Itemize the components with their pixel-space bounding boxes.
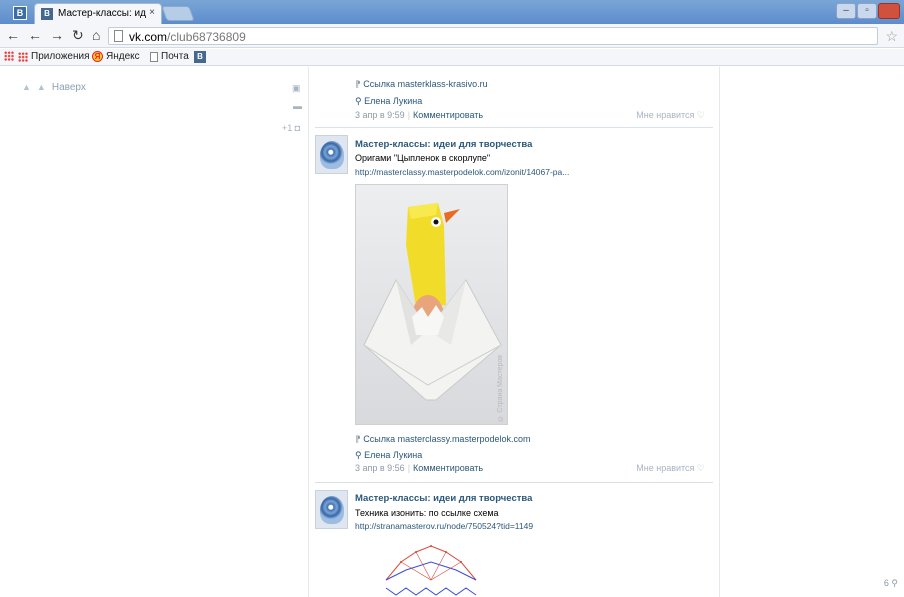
post-author[interactable]: Мастер-классы: идеи для творчества [355, 139, 532, 150]
post-meta: 3 апр в 9:56 | Комментировать [355, 463, 484, 473]
maximize-button[interactable]: ▫ [857, 3, 877, 19]
post-url[interactable]: http://masterclassy.masterpodelok.com/iz… [355, 167, 569, 177]
yandex-icon: Я [92, 51, 103, 62]
back-icon[interactable]: ← [6, 27, 20, 43]
user-icon: ⚲ [355, 96, 365, 106]
post-divider [315, 482, 713, 483]
tab-close-icon[interactable]: × [149, 7, 155, 18]
online-count: 6 [883, 578, 889, 588]
url-path: /club68736809 [167, 30, 246, 44]
like-button[interactable]: Мне нравится ♡ [636, 463, 705, 474]
post-signer[interactable]: ⚲ Елена Лукина [355, 450, 422, 461]
link-icon: ⁋ [355, 434, 364, 444]
signer-name: Елена Лукина [364, 96, 423, 106]
scroll-up-link[interactable]: ▲ ▲ Наверх [22, 82, 86, 93]
bookmark-label: Яндекс [106, 51, 140, 62]
window-titlebar: В В Мастер-классы: идеи дл × – ▫ [0, 0, 904, 24]
post-date[interactable]: 3 апр в 9:56 [355, 463, 405, 473]
tab-title: Мастер-классы: идеи дл [58, 8, 146, 19]
wall-feed: ⁋ Ссылка masterklass-krasivo.ru ⚲ Елена … [308, 67, 720, 597]
address-bar[interactable]: vk.com/club68736809 [108, 27, 878, 45]
source-link-text: Ссылка masterklass-krasivo.ru [363, 79, 488, 89]
url-host: vk.com [129, 30, 168, 44]
close-post-icon[interactable]: ▣ [292, 83, 301, 94]
comment-link[interactable]: Комментировать [413, 110, 483, 120]
post-date[interactable]: 3 апр в 9:59 [355, 110, 405, 120]
thread-scheme-image [385, 545, 477, 596]
page-icon [150, 51, 158, 62]
apps-shortcut-icon[interactable] [4, 51, 14, 61]
browser-toolbar: ← ← → ↻ ⌂ vk.com/club68736809 [0, 24, 904, 48]
bookmark-star-icon[interactable]: ☆ [885, 28, 898, 45]
post-text: Оригами "Цыпленок в скорлупе" [355, 153, 491, 163]
source-link-text: Ссылка masterclassy.masterpodelok.com [363, 434, 531, 444]
origami-chick-image [356, 185, 507, 424]
home-icon[interactable]: ⌂ [92, 27, 100, 43]
vk-page: ▲ ▲ Наверх ▣ ▬ +1 ◘ ⁋ Ссылка masterklass-k… [0, 67, 904, 597]
share-count[interactable]: +1 ◘ [282, 123, 300, 133]
post-signer[interactable]: ⚲ Елена Лукина [355, 96, 422, 107]
group-avatar[interactable] [315, 135, 348, 174]
post-source-link[interactable]: ⁋ Ссылка masterklass-krasivo.ru [355, 79, 488, 90]
like-button[interactable]: Мне нравится ♡ [636, 110, 705, 121]
photo-watermark: © Страна Мастеров [497, 355, 504, 422]
new-tab-button[interactable] [161, 6, 195, 21]
user-icon: ⚲ [355, 450, 365, 460]
apps-grid-icon [4, 51, 14, 61]
bookmark-vk[interactable]: В [194, 51, 206, 63]
bookmark-label: Приложения [31, 51, 90, 62]
post-photo[interactable]: © Страна Мастеров [355, 184, 508, 425]
up-link-label: Наверх [51, 82, 86, 93]
post-source-link[interactable]: ⁋ Ссылка masterclassy.masterpodelok.com [355, 434, 530, 445]
comment-icon[interactable]: ▬ [293, 101, 302, 111]
post-divider [315, 127, 713, 128]
up-arrow-icon: ▲ [22, 82, 31, 92]
post-text: Техника изонить: по ссылке схема [355, 508, 499, 518]
forward-icon[interactable]: → [50, 27, 64, 43]
bookmark-apps[interactable]: Приложения [18, 51, 90, 62]
group-avatar[interactable] [315, 490, 348, 529]
online-counter[interactable]: 6 ⚲ [884, 578, 898, 589]
vk-icon: В [194, 51, 206, 63]
bookmark-yandex[interactable]: Я Яндекс [92, 51, 140, 62]
comment-link[interactable]: Комментировать [413, 463, 483, 473]
close-window-button[interactable] [878, 3, 900, 19]
window-controls: – ▫ [836, 3, 900, 19]
post-author[interactable]: Мастер-классы: идеи для творчества [355, 493, 532, 504]
post-url[interactable]: http://stranamasterov.ru/node/750524?tid… [355, 521, 533, 531]
vk-app-icon: В [13, 6, 27, 20]
post-photo[interactable] [381, 540, 481, 597]
page-icon [114, 30, 123, 42]
post-meta: 3 апр в 9:59 | Комментировать [355, 110, 484, 120]
vk-favicon-icon: В [41, 8, 53, 20]
minimize-button[interactable]: – [836, 3, 856, 19]
url-text[interactable]: vk.com/club68736809 [129, 30, 246, 44]
bookmark-mail[interactable]: Почта [150, 51, 189, 62]
signer-name: Елена Лукина [364, 450, 423, 460]
browser-tab[interactable]: В Мастер-классы: идеи дл × [34, 3, 162, 24]
reload-icon[interactable]: ↻ [72, 27, 84, 44]
bookmarks-bar: Приложения Я Яндекс Почта В [0, 49, 904, 66]
bookmark-label: Почта [161, 51, 189, 62]
apps-grid-icon [18, 51, 28, 62]
up-arrow-icon: ▲ [36, 82, 46, 92]
back-history-icon[interactable]: ← [28, 27, 42, 43]
link-icon: ⁋ [355, 79, 364, 89]
share-count-value: +1 [282, 123, 293, 133]
user-icon: ⚲ [891, 578, 898, 588]
